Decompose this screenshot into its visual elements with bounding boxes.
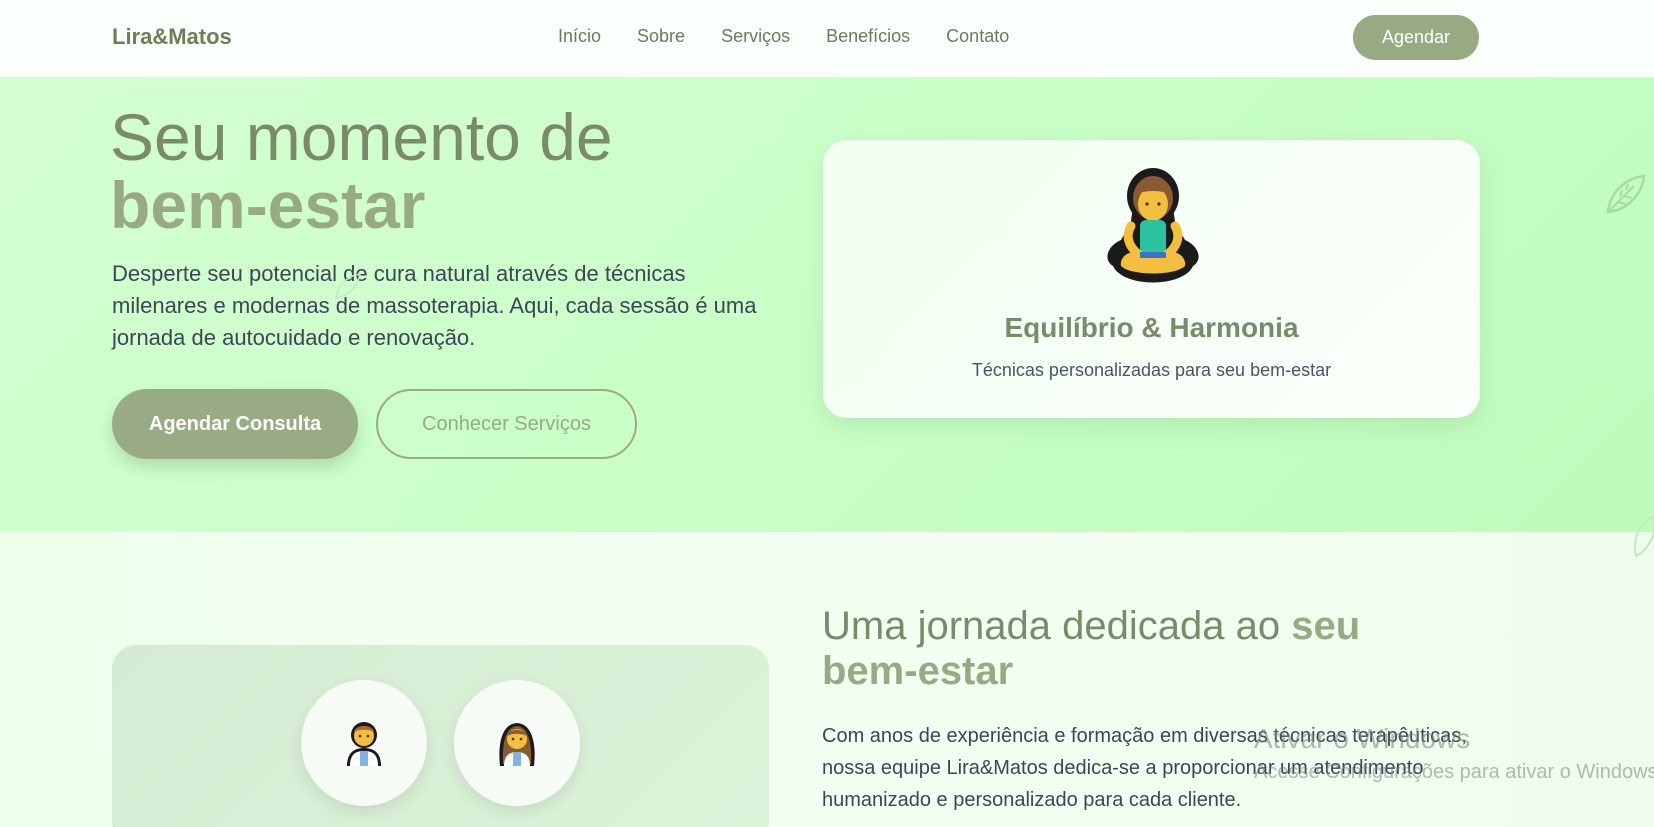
hero-title-line2: bem-estar (110, 168, 426, 242)
hero-title: Seu momento de bem-estar (110, 103, 613, 239)
hero-description: Desperte seu potencial de cura natural a… (112, 261, 757, 350)
nav-item-inicio[interactable]: Início (558, 26, 601, 47)
nav-item-sobre[interactable]: Sobre (637, 26, 685, 47)
hero-section: Seu momento de bem-estar Desperte seu po… (0, 78, 1654, 532)
nav-item-servicos[interactable]: Serviços (721, 26, 790, 47)
windows-activation-watermark: Ativar o Windows Acesse Configurações pa… (1254, 723, 1654, 784)
card-title: Equilíbrio & Harmonia (1004, 312, 1299, 343)
leaf-edge-icon (1634, 514, 1654, 558)
header-agendar-button[interactable]: Agendar (1353, 15, 1479, 60)
nav-item-beneficios[interactable]: Benefícios (826, 26, 910, 47)
hero-feature-card: Equilíbrio & Harmonia Técnicas personali… (823, 140, 1480, 418)
watermark-title: Ativar o Windows (1254, 723, 1471, 754)
site-header: Lira&Matos Início Sobre Serviços Benefíc… (0, 0, 1654, 78)
avatar (454, 680, 580, 806)
nav-item-contato[interactable]: Contato (946, 26, 1009, 47)
leaf-decoration-icon (1606, 174, 1646, 214)
team-panel (112, 645, 769, 827)
watermark-subtitle: Acesse Configurações para ativar o Windo… (1254, 761, 1654, 783)
person-lotus-position-icon (1107, 168, 1199, 283)
man-health-worker-icon (347, 722, 381, 766)
leaf-small-icon (335, 273, 361, 299)
about-title: Uma jornada dedicada ao seu bem-estar (822, 604, 1462, 694)
woman-health-worker-icon (499, 723, 535, 766)
card-subtitle: Técnicas personalizadas para seu bem-est… (971, 360, 1332, 380)
about-title-part1: Uma jornada dedicada ao (822, 604, 1292, 648)
brand-logo[interactable]: Lira&Matos (112, 24, 232, 50)
conhecer-servicos-button[interactable]: Conhecer Serviços (376, 389, 637, 459)
main-nav: Início Sobre Serviços Benefícios Contato (558, 26, 1009, 47)
hero-title-line1: Seu momento de (110, 100, 613, 174)
avatar (301, 680, 427, 806)
agendar-consulta-button[interactable]: Agendar Consulta (112, 389, 358, 459)
